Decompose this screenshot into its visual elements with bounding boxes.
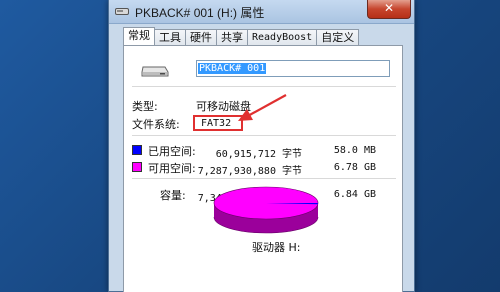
- drive-caption: 驱动器 H:: [252, 241, 301, 254]
- used-space-label: 已用空间:: [148, 145, 196, 158]
- used-space-bytes: 60,915,712 字节: [215, 149, 302, 160]
- disk-usage-pie: [213, 186, 319, 234]
- close-button[interactable]: ✕: [367, 0, 411, 19]
- tab-hardware[interactable]: 硬件: [186, 29, 217, 46]
- drive-name-text: PKBACK# 001: [198, 63, 267, 74]
- drive-name-input[interactable]: PKBACK# 001: [196, 60, 390, 77]
- capacity-size: 6.84 GB: [333, 189, 376, 200]
- used-space-size: 58.0 MB: [333, 145, 376, 156]
- window-title: PKBACK# 001 (H:) 属性: [135, 6, 265, 20]
- type-label: 类型:: [132, 100, 158, 113]
- divider: [132, 86, 396, 87]
- tab-readyboost[interactable]: ReadyBoost: [248, 29, 318, 46]
- used-space-swatch: [132, 145, 142, 155]
- tab-strip: 常规 工具 硬件 共享 ReadyBoost 自定义: [123, 27, 360, 46]
- free-space-swatch: [132, 162, 142, 172]
- free-space-label: 可用空间:: [148, 162, 196, 175]
- general-panel: PKBACK# 001 类型: 可移动磁盘 文件系统: FAT32 已用空间: …: [123, 45, 403, 292]
- title-bar[interactable]: PKBACK# 001 (H:) 属性 ✕: [109, 0, 414, 24]
- free-space-size: 6.78 GB: [333, 162, 376, 173]
- tab-sharing[interactable]: 共享: [217, 29, 248, 46]
- tab-tools[interactable]: 工具: [155, 29, 186, 46]
- tab-general[interactable]: 常规: [123, 27, 155, 46]
- tab-customize[interactable]: 自定义: [317, 29, 360, 46]
- divider: [132, 178, 396, 179]
- filesystem-label: 文件系统:: [132, 118, 180, 131]
- properties-window: PKBACK# 001 (H:) 属性 ✕ 常规 工具 硬件 共享 ReadyB…: [108, 0, 415, 292]
- capacity-label: 容量:: [160, 189, 186, 202]
- removable-drive-icon: [141, 66, 169, 77]
- annotation-arrow: [238, 94, 287, 121]
- drive-icon: [115, 8, 129, 15]
- divider: [132, 135, 396, 136]
- free-space-bytes: 7,287,930,880 字节: [197, 166, 302, 177]
